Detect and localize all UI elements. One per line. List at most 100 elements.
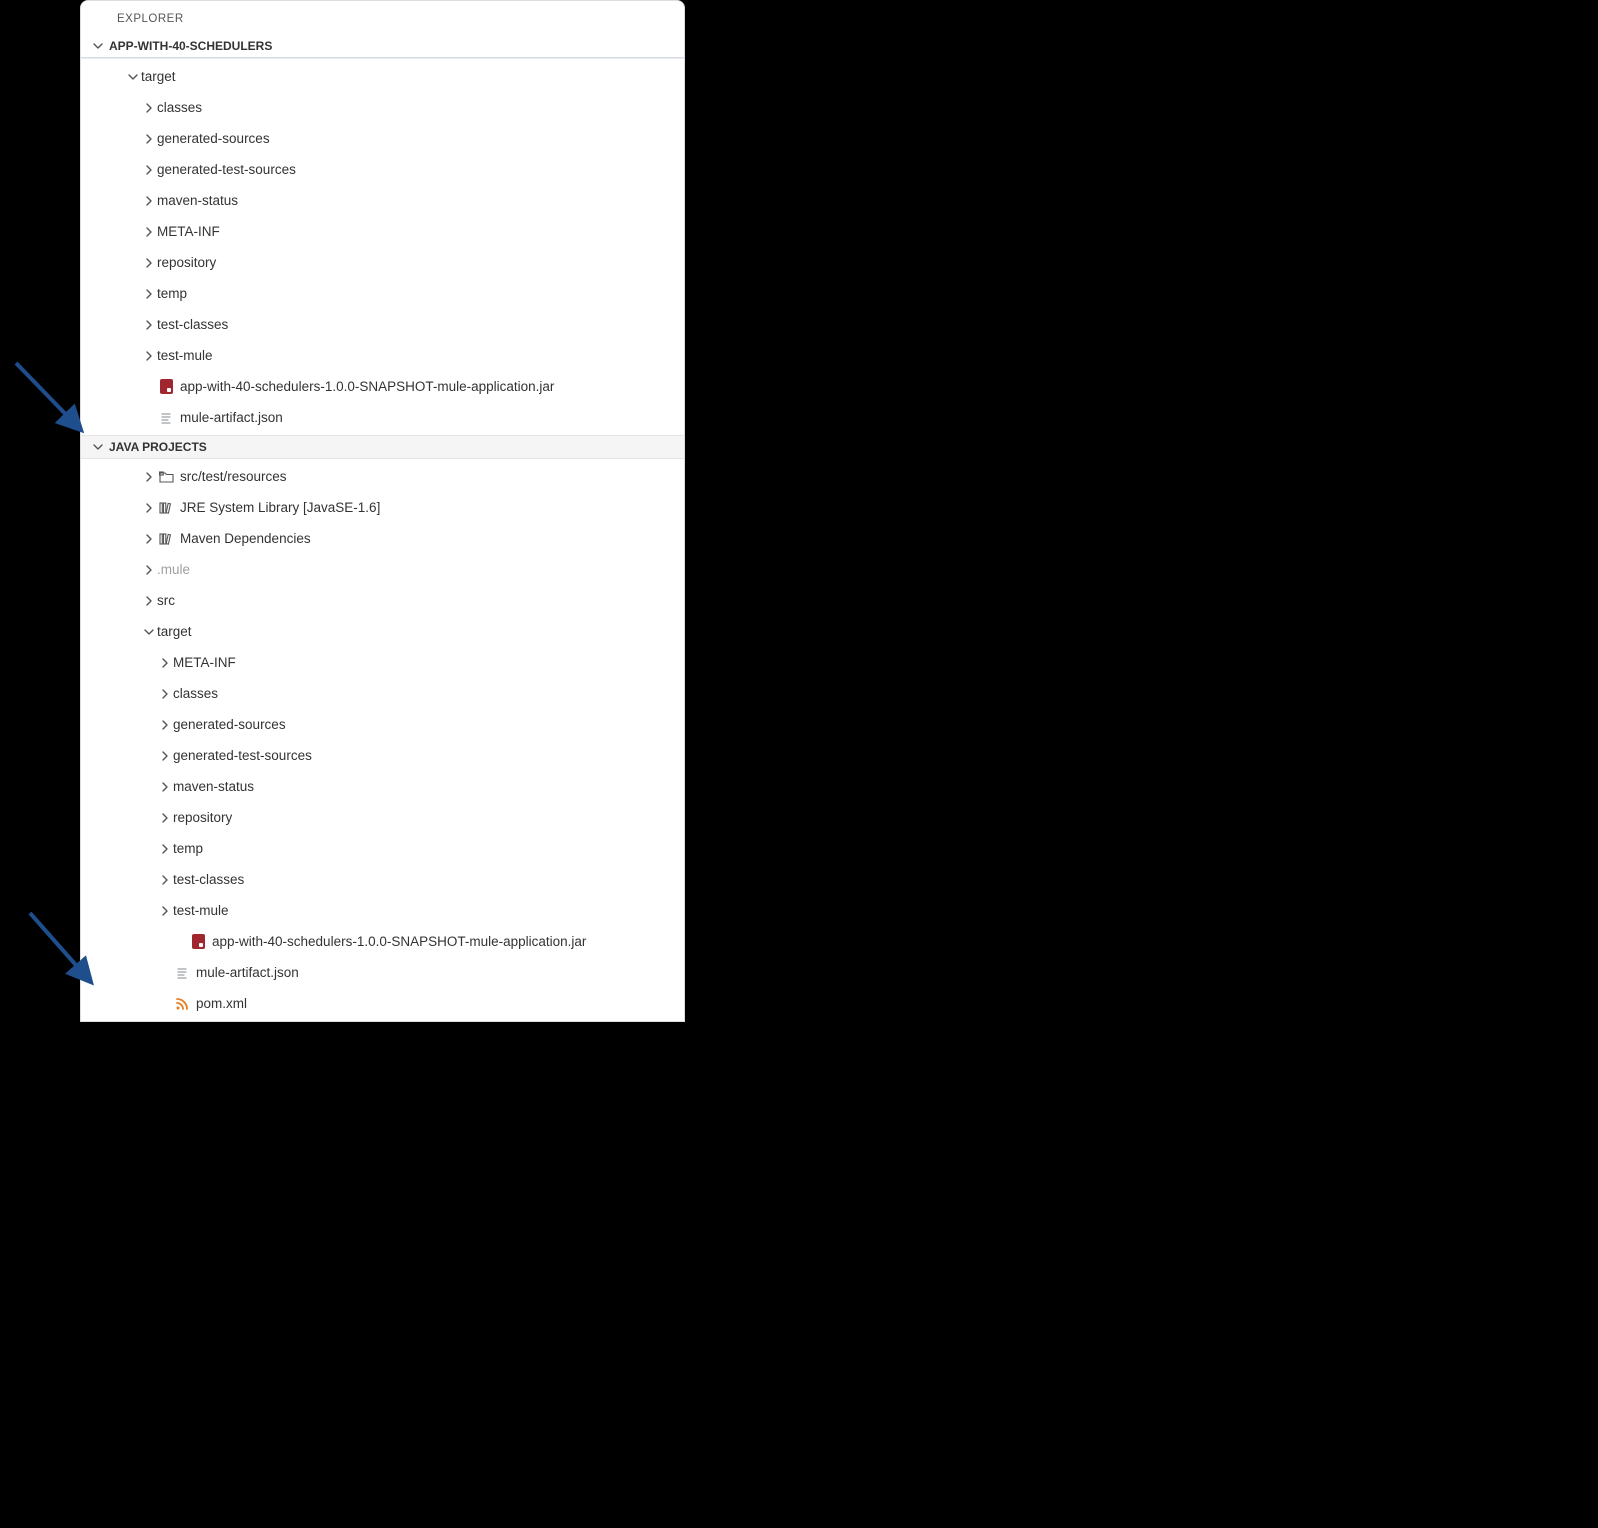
explorer-panel: EXPLORER APP-WITH-40-SCHEDULERS target c… — [80, 0, 685, 1022]
chevron-right-icon — [141, 469, 157, 485]
tree-file[interactable]: app-with-40-schedulers-1.0.0-SNAPSHOT-mu… — [81, 926, 684, 957]
chevron-right-icon — [157, 655, 173, 671]
section-title: JAVA PROJECTS — [109, 440, 207, 454]
tree-label: temp — [157, 287, 187, 301]
tree-label: test-classes — [173, 873, 244, 887]
tree-node[interactable]: repository — [81, 802, 684, 833]
chevron-right-icon — [157, 903, 173, 919]
chevron-right-icon — [157, 717, 173, 733]
panel-title: EXPLORER — [81, 1, 684, 35]
section-header-project[interactable]: APP-WITH-40-SCHEDULERS — [81, 35, 684, 57]
tree-label: mule-artifact.json — [180, 411, 283, 425]
tree-node[interactable]: temp — [81, 833, 684, 864]
tree-folder[interactable]: generated-test-sources — [81, 154, 684, 185]
project-tree: target classes generated-sources generat… — [81, 59, 684, 435]
chevron-right-icon — [157, 872, 173, 888]
tree-label: test-classes — [157, 318, 228, 332]
tree-label: temp — [173, 842, 203, 856]
java-projects-tree: src/test/resources JRE System Library [J… — [81, 459, 684, 1021]
tree-label: META-INF — [173, 656, 236, 670]
tree-node[interactable]: generated-test-sources — [81, 740, 684, 771]
chevron-right-icon — [157, 686, 173, 702]
tree-folder[interactable]: generated-sources — [81, 123, 684, 154]
tree-node[interactable]: maven-status — [81, 771, 684, 802]
file-icon — [157, 409, 175, 427]
chevron-right-icon — [141, 131, 157, 147]
library-icon — [157, 499, 175, 517]
package-folder-icon — [157, 468, 175, 486]
chevron-right-icon — [141, 162, 157, 178]
tree-label: src — [157, 594, 175, 608]
chevron-down-icon — [91, 39, 105, 53]
chevron-right-icon — [141, 500, 157, 516]
tree-label: classes — [157, 101, 202, 115]
tree-file[interactable]: mule-artifact.json — [81, 402, 684, 433]
chevron-right-icon — [141, 255, 157, 271]
tree-node[interactable]: test-classes — [81, 864, 684, 895]
library-icon — [157, 530, 175, 548]
tree-folder[interactable]: temp — [81, 278, 684, 309]
tree-label: repository — [157, 256, 216, 270]
chevron-right-icon — [141, 286, 157, 302]
chevron-right-icon — [141, 593, 157, 609]
tree-label: maven-status — [157, 194, 238, 208]
tree-node[interactable]: test-mule — [81, 895, 684, 926]
tree-node[interactable]: .mule — [81, 554, 684, 585]
tree-folder[interactable]: maven-status — [81, 185, 684, 216]
chevron-right-icon — [157, 810, 173, 826]
tree-label: generated-test-sources — [173, 749, 312, 763]
chevron-right-icon — [157, 779, 173, 795]
chevron-down-icon — [125, 69, 141, 85]
tree-node[interactable]: src — [81, 585, 684, 616]
tree-node[interactable]: generated-sources — [81, 709, 684, 740]
file-icon — [173, 964, 191, 982]
tree-label: app-with-40-schedulers-1.0.0-SNAPSHOT-mu… — [180, 380, 554, 394]
chevron-right-icon — [141, 193, 157, 209]
chevron-right-icon — [141, 100, 157, 116]
chevron-right-icon — [141, 562, 157, 578]
xml-file-icon — [173, 995, 191, 1013]
tree-node[interactable]: target — [81, 616, 684, 647]
tree-label: generated-sources — [157, 132, 270, 146]
tree-label: repository — [173, 811, 232, 825]
tree-label: generated-test-sources — [157, 163, 296, 177]
tree-label: target — [141, 70, 176, 84]
tree-label: src/test/resources — [180, 470, 287, 484]
tree-folder-target[interactable]: target — [81, 61, 684, 92]
tree-label: test-mule — [157, 349, 213, 363]
tree-file[interactable]: pom.xml — [81, 988, 684, 1019]
tree-file[interactable]: mule-artifact.json — [81, 957, 684, 988]
section-title: APP-WITH-40-SCHEDULERS — [109, 39, 272, 53]
tree-file[interactable]: app-with-40-schedulers-1.0.0-SNAPSHOT-mu… — [81, 371, 684, 402]
jar-file-icon — [157, 378, 175, 396]
jar-file-icon — [189, 933, 207, 951]
chevron-right-icon — [141, 348, 157, 364]
tree-label: JRE System Library [JavaSE-1.6] — [180, 501, 380, 515]
chevron-down-icon — [91, 440, 105, 454]
tree-label: test-mule — [173, 904, 229, 918]
tree-label: pom.xml — [196, 997, 247, 1011]
tree-folder[interactable]: META-INF — [81, 216, 684, 247]
tree-folder[interactable]: repository — [81, 247, 684, 278]
tree-label: mule-artifact.json — [196, 966, 299, 980]
tree-label: app-with-40-schedulers-1.0.0-SNAPSHOT-mu… — [212, 935, 586, 949]
tree-label: .mule — [157, 563, 190, 577]
tree-label: maven-status — [173, 780, 254, 794]
tree-label: generated-sources — [173, 718, 286, 732]
section-header-java-projects[interactable]: JAVA PROJECTS — [81, 435, 684, 459]
tree-node[interactable]: src/test/resources — [81, 461, 684, 492]
tree-node[interactable]: Maven Dependencies — [81, 523, 684, 554]
tree-label: classes — [173, 687, 218, 701]
tree-folder[interactable]: test-mule — [81, 340, 684, 371]
tree-folder[interactable]: test-classes — [81, 309, 684, 340]
tree-node[interactable]: JRE System Library [JavaSE-1.6] — [81, 492, 684, 523]
tree-label: META-INF — [157, 225, 220, 239]
chevron-right-icon — [141, 317, 157, 333]
tree-folder[interactable]: classes — [81, 92, 684, 123]
tree-label: target — [157, 625, 192, 639]
chevron-right-icon — [157, 748, 173, 764]
chevron-right-icon — [141, 224, 157, 240]
tree-node[interactable]: META-INF — [81, 647, 684, 678]
chevron-right-icon — [141, 531, 157, 547]
tree-node[interactable]: classes — [81, 678, 684, 709]
